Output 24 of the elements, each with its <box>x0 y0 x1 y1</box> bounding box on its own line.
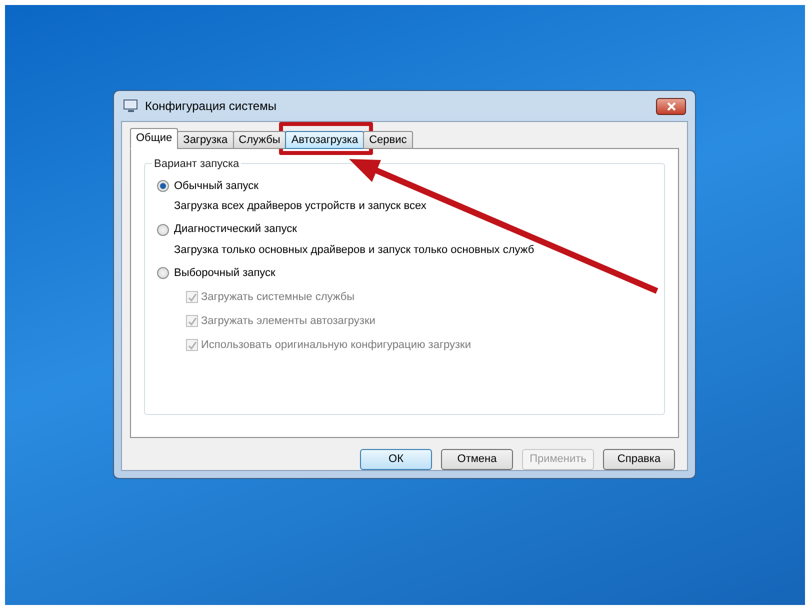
window-title: Конфигурация системы <box>145 98 276 115</box>
app-icon <box>123 98 139 114</box>
radio-button[interactable] <box>157 224 169 236</box>
dialog-button[interactable]: Справка <box>603 449 675 470</box>
option-description: Загрузка только основных драйверов и запуск только основных служб <box>174 242 536 258</box>
checkbox-label: Использовать оригинальную конфигурацию загрузки <box>201 338 471 353</box>
close-icon <box>666 102 676 110</box>
group-title: Вариант запуска <box>152 156 242 172</box>
radio-label: Выборочный запуск <box>174 266 276 281</box>
tab[interactable]: Общие <box>130 128 178 149</box>
checkbox-label: Загружать элементы автозагрузки <box>201 314 376 329</box>
checkbox-label: Загружать системные службы <box>201 290 355 305</box>
dialog-button[interactable]: ОК <box>360 449 432 470</box>
close-button[interactable] <box>656 98 686 114</box>
tab[interactable]: Автозагрузка <box>285 131 364 149</box>
radio-button[interactable] <box>157 180 169 192</box>
tab[interactable]: Сервис <box>363 131 413 149</box>
radio-label: Диагностический запуск <box>174 222 297 238</box>
tab[interactable]: Загрузка <box>177 131 234 149</box>
option-description: Загрузка всех драйверов устройств и запуск всех <box>174 199 428 214</box>
radio-label: Обычный запуск <box>174 178 258 194</box>
radio-button[interactable] <box>157 267 169 279</box>
dialog-button[interactable]: Отмена <box>441 449 513 470</box>
tab[interactable]: Службы <box>232 131 286 149</box>
